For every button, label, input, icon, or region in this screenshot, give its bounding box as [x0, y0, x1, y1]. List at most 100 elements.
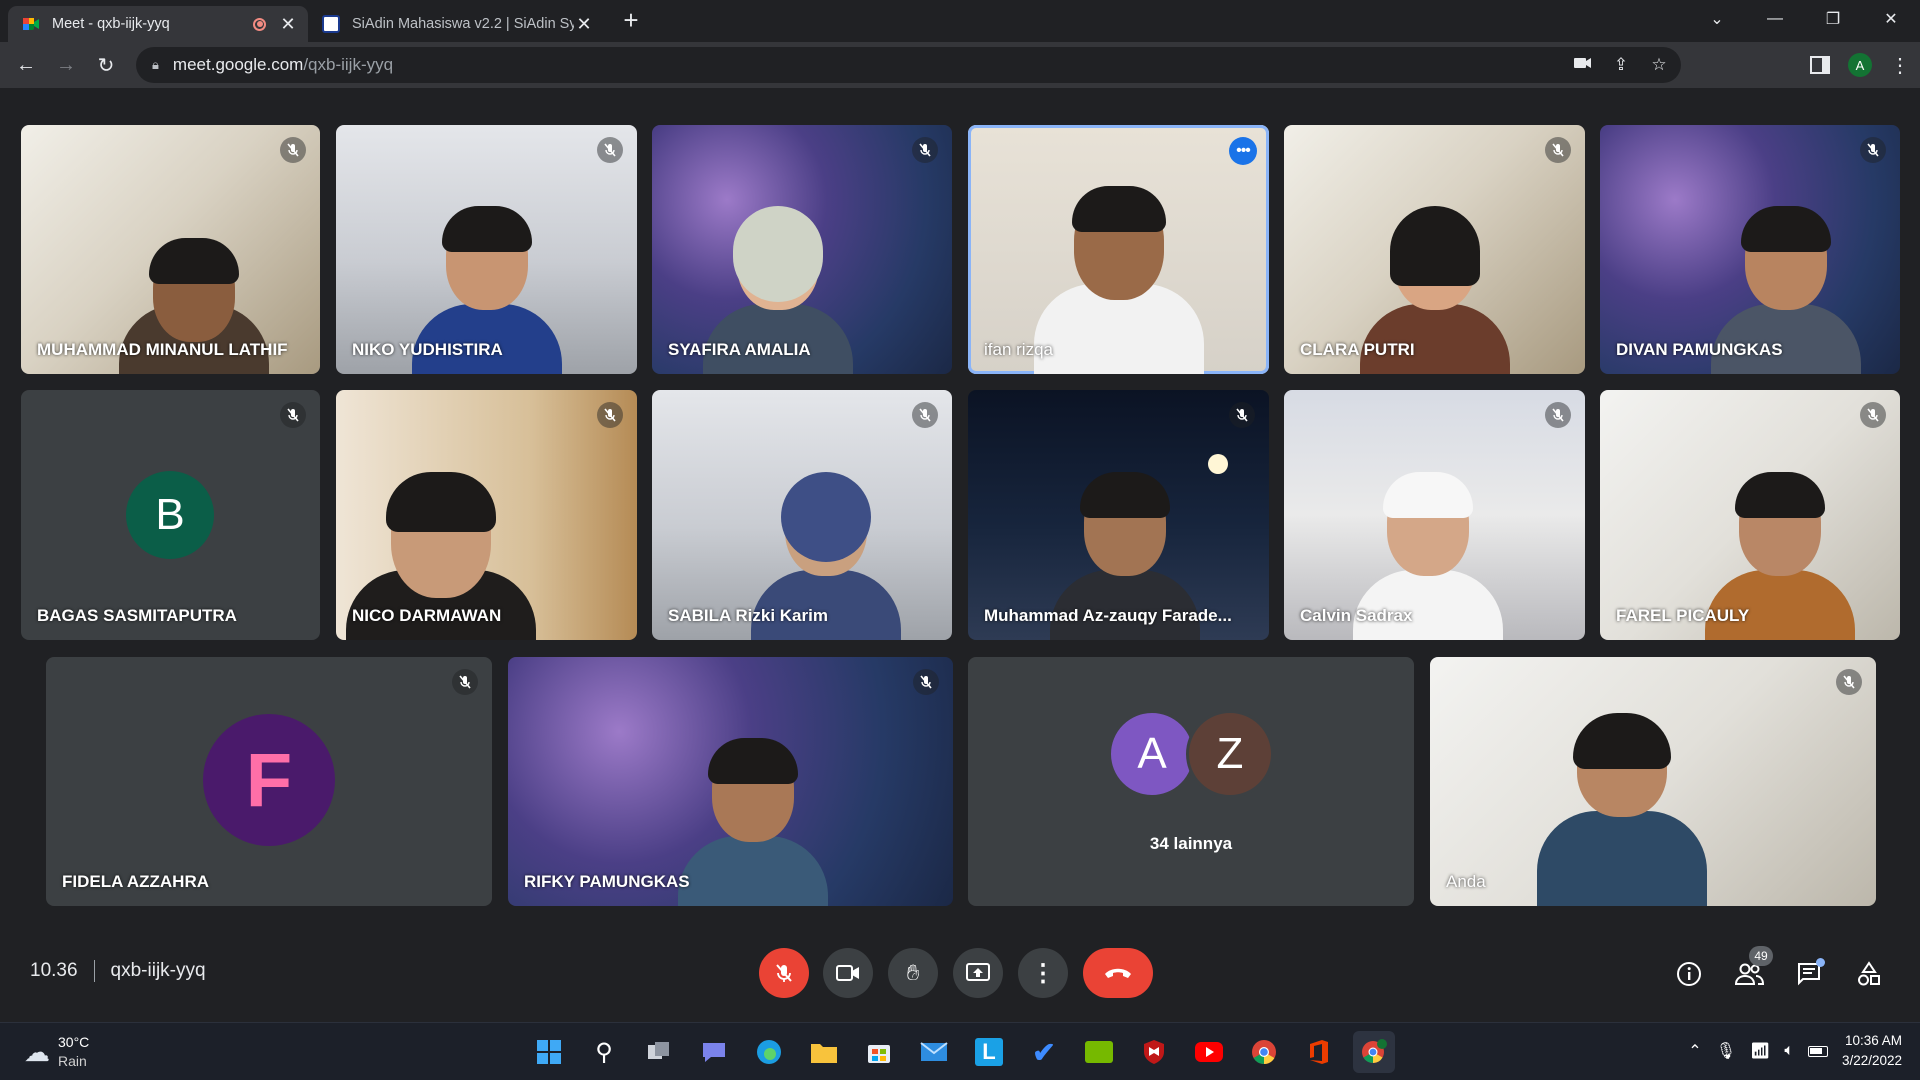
chrome-button[interactable] — [1243, 1031, 1285, 1073]
close-window-icon[interactable]: ✕ — [1862, 0, 1920, 38]
back-icon[interactable]: ← — [6, 45, 46, 85]
raise-hand-button[interactable]: ✋︎ — [888, 948, 938, 998]
tab-search-icon[interactable]: ⌄ — [1688, 0, 1746, 38]
task-view-icon — [648, 1042, 669, 1059]
participant-tile[interactable]: MUHAMMAD MINANUL LATHIF — [21, 125, 320, 374]
microphone-icon[interactable]: 🎙︎ — [1716, 1041, 1736, 1061]
participant-tile-active-speaker[interactable]: ••• ifan rizqa — [968, 125, 1269, 374]
windows-logo-icon — [537, 1040, 561, 1064]
nvidia-button[interactable] — [1078, 1031, 1120, 1073]
file-explorer-button[interactable] — [803, 1031, 845, 1073]
address-bar[interactable]: 🔒︎ meet.google.com/qxb-iijk-yyq ⇪ ☆ — [136, 47, 1681, 83]
microphone-button[interactable] — [759, 948, 809, 998]
battery-icon[interactable] — [1807, 1045, 1828, 1057]
youtube-button[interactable] — [1188, 1031, 1230, 1073]
participant-avatar: F — [203, 714, 335, 846]
mic-off-icon — [776, 964, 792, 982]
new-tab-button[interactable]: + — [616, 5, 646, 36]
close-tab-icon[interactable]: ✕ — [574, 14, 594, 35]
participant-name: FIDELA AZZAHRA — [62, 872, 209, 891]
office-button[interactable] — [1298, 1031, 1340, 1073]
people-button[interactable]: 49 — [1729, 946, 1773, 994]
mic-off-icon — [1545, 137, 1571, 163]
system-clock[interactable]: 10:36 AM 3/22/2022 — [1842, 1031, 1902, 1071]
search-button[interactable]: ⚲ — [583, 1031, 625, 1073]
participant-tile[interactable]: FAREL PICAULY — [1600, 390, 1900, 640]
tab-strip: Meet - qxb-iijk-yyq ✕ SiAdin Mahasiswa v… — [0, 0, 1920, 42]
mic-off-icon — [280, 402, 306, 428]
chat-button[interactable] — [1789, 954, 1829, 994]
wifi-icon[interactable]: 📶︎ — [1750, 1041, 1770, 1061]
participant-name: Muhammad Az-zauqy Farade... — [984, 606, 1232, 625]
search-icon: ⚲ — [595, 1038, 613, 1066]
participant-name: DIVAN PAMUNGKAS — [1616, 340, 1783, 359]
participant-tile-self[interactable]: Anda — [1430, 657, 1876, 906]
participant-tile[interactable]: DIVAN PAMUNGKAS — [1600, 125, 1900, 374]
start-button[interactable] — [528, 1031, 570, 1073]
meet-pwa-button[interactable] — [1353, 1031, 1395, 1073]
share-icon[interactable]: ⇪ — [1609, 55, 1633, 75]
google-meet-icon — [22, 15, 40, 33]
activities-shapes-icon — [1858, 961, 1880, 986]
more-options-icon[interactable]: ••• — [1229, 137, 1257, 165]
speaker-icon[interactable]: 🔈︎ — [1784, 1042, 1794, 1060]
chat-app-icon — [703, 1043, 725, 1062]
participant-video — [1033, 184, 1204, 374]
more-options-button[interactable]: ⋮ — [1018, 948, 1068, 998]
checkmark-icon: ✔︎ — [1032, 1036, 1056, 1068]
mail-button[interactable] — [913, 1031, 955, 1073]
participant-video — [1536, 711, 1707, 906]
participant-video — [677, 736, 828, 906]
divider — [93, 960, 95, 982]
video-camera-icon — [836, 965, 859, 981]
others-tile[interactable]: A Z 34 lainnya — [968, 657, 1414, 906]
participant-tile[interactable]: SABILA Rizki Karim — [652, 390, 952, 640]
browser-toolbar: ← → ↻ 🔒︎ meet.google.com/qxb-iijk-yyq ⇪ … — [0, 42, 1920, 88]
url-path: /qxb-iijk-yyq — [303, 55, 394, 74]
store-button[interactable] — [858, 1031, 900, 1073]
launcher-l-button[interactable]: L — [968, 1031, 1010, 1073]
weather-widget[interactable]: ☁︎ 30°C Rain — [24, 1033, 89, 1071]
participant-tile[interactable]: RIFKY PAMUNGKAS — [508, 657, 953, 906]
activities-button[interactable] — [1849, 954, 1889, 994]
participant-tile[interactable]: Muhammad Az-zauqy Farade... — [968, 390, 1269, 640]
close-tab-icon[interactable]: ✕ — [278, 14, 298, 35]
mic-off-icon — [280, 137, 306, 163]
teams-chat-button[interactable] — [693, 1031, 735, 1073]
camera-in-use-icon[interactable] — [1571, 55, 1595, 75]
meeting-time: 10.36 — [30, 960, 78, 981]
present-screen-button[interactable] — [953, 948, 1003, 998]
others-count-label: 34 lainnya — [1149, 834, 1233, 853]
clock-date: 3/22/2022 — [1841, 1053, 1902, 1068]
profile-avatar[interactable]: A — [1848, 53, 1872, 77]
participant-tile[interactable]: B BAGAS SASMITAPUTRA — [21, 390, 320, 640]
mic-off-icon — [1860, 137, 1886, 163]
edge-button[interactable] — [748, 1031, 790, 1073]
participant-tile[interactable]: NIKO YUDHISTIRA — [336, 125, 637, 374]
tab-meet[interactable]: Meet - qxb-iijk-yyq ✕ — [8, 6, 308, 42]
camera-button[interactable] — [823, 948, 873, 998]
window-controls: ⌄ — ❐ ✕ — [1688, 0, 1920, 38]
mcafee-button[interactable] — [1133, 1031, 1175, 1073]
side-panel-icon[interactable] — [1810, 56, 1830, 74]
todo-button[interactable]: ✔︎ — [1023, 1031, 1065, 1073]
tab-siadin[interactable]: SiAdin Mahasiswa v2.2 | SiAdin Sy ✕ — [308, 6, 604, 42]
meeting-details-button[interactable] — [1669, 954, 1709, 994]
participant-tile[interactable]: Calvin Sadrax — [1284, 390, 1585, 640]
menu-kebab-icon[interactable]: ⋮ — [1890, 53, 1910, 78]
reload-icon[interactable]: ↻ — [86, 45, 126, 85]
participant-tile[interactable]: NICO DARMAWAN — [336, 390, 637, 640]
participant-tile[interactable]: F FIDELA AZZAHRA — [46, 657, 492, 906]
restore-icon[interactable]: ❐ — [1804, 0, 1862, 38]
participant-name: BAGAS SASMITAPUTRA — [37, 606, 237, 625]
minimize-icon[interactable]: — — [1746, 0, 1804, 38]
participant-tile[interactable]: CLARA PUTRI — [1284, 125, 1585, 374]
leave-call-button[interactable] — [1083, 948, 1153, 998]
weather-condition: Rain — [58, 1053, 87, 1069]
participant-tile[interactable]: SYAFIRA AMALIA — [652, 125, 952, 374]
forward-icon[interactable]: → — [46, 45, 86, 85]
chevron-up-icon[interactable]: ⌃ — [1688, 1041, 1701, 1061]
bookmark-star-icon[interactable]: ☆ — [1647, 55, 1671, 75]
task-view-button[interactable] — [638, 1031, 680, 1073]
folder-icon — [811, 1044, 837, 1063]
